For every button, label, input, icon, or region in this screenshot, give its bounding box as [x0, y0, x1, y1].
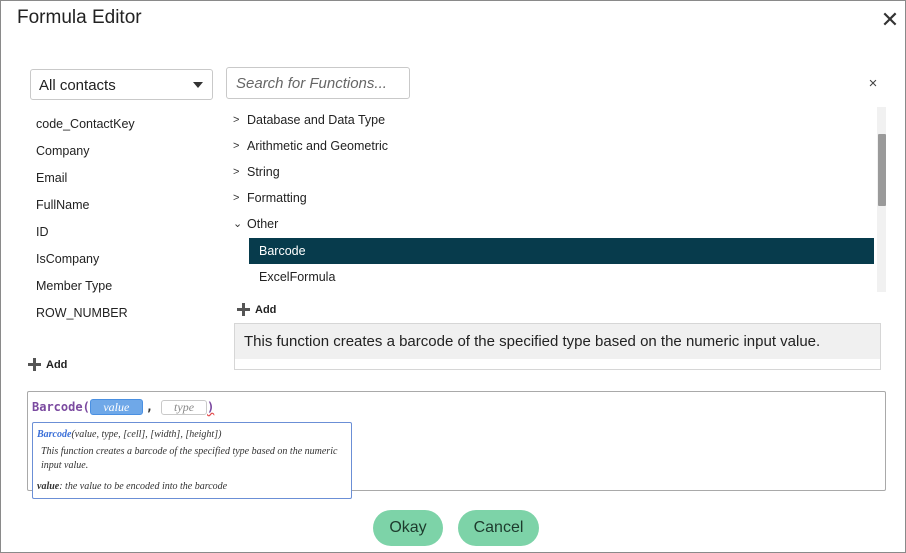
formula-function-name: Barcode	[32, 400, 83, 414]
tooltip-function-name: Barcode	[37, 429, 72, 440]
function-description-panel: This function creates a barcode of the s…	[234, 323, 881, 370]
tree-function-barcode[interactable]: Barcode	[249, 238, 874, 264]
field-item[interactable]: Company	[36, 142, 135, 169]
tree-category-label: Other	[247, 217, 279, 231]
tree-category-label: Arithmetic and Geometric	[247, 139, 389, 153]
tree-category-database[interactable]: > Database and Data Type	[233, 110, 385, 130]
tooltip-description: This function creates a barcode of the s…	[41, 446, 338, 471]
add-function-button[interactable]: Add	[237, 303, 276, 316]
chevron-down-icon: ⌄	[233, 218, 243, 230]
tooltip-param-name: value	[37, 481, 60, 492]
chevron-right-icon: >	[233, 114, 240, 126]
add-function-label: Add	[255, 303, 277, 316]
contacts-select[interactable]: All contacts	[30, 69, 213, 100]
tooltip-args: (value, type, [cell], [width], [height])	[71, 429, 222, 440]
tooltip-param: value: the value to be encoded into the …	[37, 481, 227, 492]
add-field-label: Add	[46, 358, 68, 371]
formula-editor-dialog: Formula Editor ✕ All contacts × code_Con…	[0, 0, 906, 553]
formula-close-paren: )	[207, 400, 215, 414]
tooltip-param-desc: : the value to be encoded into the barco…	[59, 481, 228, 492]
dialog-title: Formula Editor	[17, 7, 142, 28]
field-item[interactable]: Member Type	[36, 277, 135, 304]
formula-open-paren: (	[82, 400, 90, 414]
formula-code[interactable]: Barcode(value, type)	[32, 398, 214, 416]
chevron-right-icon: >	[233, 140, 240, 152]
tree-function-excelformula[interactable]: ExcelFormula	[249, 264, 874, 290]
chevron-right-icon: >	[233, 192, 240, 204]
plus-icon	[237, 303, 250, 316]
tree-category-string[interactable]: > String	[233, 162, 280, 182]
field-item[interactable]: Email	[36, 169, 135, 196]
formula-comma: ,	[145, 400, 154, 414]
chevron-down-icon	[193, 82, 203, 88]
tree-category-label: Formatting	[247, 191, 307, 205]
formula-editor-area[interactable]: Barcode(value, type) Barcode(value, type,…	[27, 391, 886, 499]
chevron-right-icon: >	[233, 166, 240, 178]
close-icon[interactable]: ✕	[879, 9, 901, 31]
function-tree: > Database and Data Type > Arithmetic an…	[230, 107, 887, 292]
arg-value-token[interactable]: value	[89, 399, 143, 415]
tree-category-label: Database and Data Type	[247, 113, 386, 127]
signature-tooltip: Barcode(value, type, [cell], [width], [h…	[32, 422, 352, 499]
contacts-select-value: All contacts	[39, 77, 116, 94]
field-item[interactable]: ROW_NUMBER	[36, 304, 135, 331]
scrollbar-thumb[interactable]	[878, 134, 886, 206]
arg-type-token[interactable]: type	[161, 399, 208, 415]
field-item[interactable]: code_ContactKey	[36, 115, 135, 142]
field-item[interactable]: IsCompany	[36, 250, 135, 277]
function-search-input[interactable]	[226, 67, 410, 99]
function-description: This function creates a barcode of the s…	[235, 324, 880, 359]
cancel-button[interactable]: Cancel	[458, 510, 539, 546]
clear-search-icon[interactable]: ×	[865, 75, 881, 93]
tree-category-other[interactable]: ⌄ Other	[233, 214, 278, 234]
tree-category-arithmetic[interactable]: > Arithmetic and Geometric	[233, 136, 388, 156]
field-list: code_ContactKey Company Email FullName I…	[36, 115, 135, 331]
tooltip-signature: Barcode(value, type, [cell], [width], [h…	[37, 429, 221, 440]
field-item[interactable]: FullName	[36, 196, 135, 223]
plus-icon	[28, 358, 41, 371]
tree-category-formatting[interactable]: > Formatting	[233, 188, 307, 208]
add-field-button[interactable]: Add	[28, 358, 67, 371]
field-item[interactable]: ID	[36, 223, 135, 250]
okay-button[interactable]: Okay	[373, 510, 443, 546]
tree-category-label: String	[247, 165, 280, 179]
